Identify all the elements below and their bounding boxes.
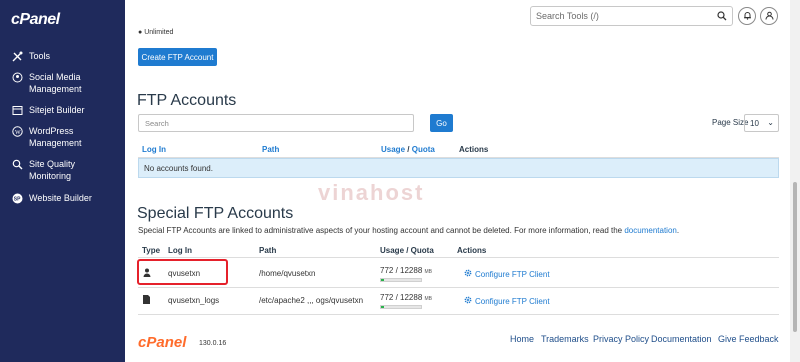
usage-bar bbox=[380, 278, 422, 282]
create-ftp-account-button[interactable]: Create FTP Account bbox=[138, 48, 217, 66]
footer-link-trademarks[interactable]: Trademarks bbox=[541, 334, 589, 344]
page-size-select[interactable]: 10 ⌄ bbox=[744, 114, 779, 132]
sidebar-item-label: Website Builder bbox=[29, 193, 92, 203]
sidebar-item-wordpress[interactable]: W WordPress Management bbox=[12, 125, 112, 149]
description-text: Special FTP Accounts are linked to admin… bbox=[138, 226, 623, 235]
column-usage-quota: Usage / Quota bbox=[381, 145, 435, 154]
usage-value: 772 / 12288 bbox=[380, 266, 423, 275]
ftp-search-input[interactable]: Search bbox=[138, 114, 414, 132]
column-usage-quota: Usage / Quota bbox=[380, 246, 434, 255]
sidebar-item-label: Tools bbox=[29, 51, 51, 61]
cpanel-logo[interactable]: cPanel bbox=[11, 11, 60, 29]
scrollbar-thumb[interactable] bbox=[793, 182, 797, 332]
column-login: Log In bbox=[168, 246, 192, 255]
documentation-link[interactable]: documentation bbox=[624, 226, 676, 235]
column-path[interactable]: Path bbox=[262, 145, 279, 154]
action-label: Configure FTP Client bbox=[475, 296, 550, 306]
main-content bbox=[125, 0, 790, 362]
sidebar-item-website-builder[interactable]: SP Website Builder bbox=[12, 192, 92, 204]
go-button[interactable]: Go bbox=[430, 114, 453, 132]
tools-icon bbox=[12, 51, 23, 62]
radio-icon: ● bbox=[138, 29, 143, 36]
column-path: Path bbox=[259, 246, 277, 255]
unlimited-label: Unlimited bbox=[144, 29, 174, 36]
svg-text:SP: SP bbox=[14, 197, 21, 203]
column-actions: Actions bbox=[457, 246, 487, 255]
column-type: Type bbox=[142, 246, 161, 255]
user-icon bbox=[765, 11, 774, 22]
row-login: qvusetxn_logs bbox=[168, 296, 220, 305]
footer-cpanel-logo: cPanel bbox=[138, 334, 187, 351]
row-usage: 772 / 12288 MB bbox=[380, 266, 432, 282]
file-icon bbox=[143, 295, 150, 306]
gear-icon bbox=[464, 269, 472, 279]
sidebar-item-social-media[interactable]: Social Media Management bbox=[12, 71, 112, 95]
ftp-accounts-title: FTP Accounts bbox=[137, 92, 237, 109]
chevron-down-icon: ⌄ bbox=[767, 118, 774, 127]
website-builder-icon: SP bbox=[12, 193, 23, 204]
configure-ftp-client-link[interactable]: Configure FTP Client bbox=[464, 269, 550, 279]
footer-link-home[interactable]: Home bbox=[510, 334, 534, 344]
column-quota[interactable]: Quota bbox=[412, 145, 435, 154]
row-divider bbox=[138, 314, 779, 315]
usage-unit: MB bbox=[424, 296, 433, 302]
table-divider bbox=[138, 257, 779, 258]
footer-link-give-feedback[interactable]: Give Feedback bbox=[718, 334, 779, 344]
special-description: Special FTP Accounts are linked to admin… bbox=[138, 226, 679, 235]
sidebar: cPanel Tools Social Media Management Sit… bbox=[0, 0, 125, 362]
sidebar-item-label: Sitejet Builder bbox=[29, 105, 85, 115]
sidebar-item-tools[interactable]: Tools bbox=[12, 50, 50, 62]
wordpress-icon: W bbox=[12, 126, 23, 137]
search-placeholder: Search Tools (/) bbox=[536, 11, 599, 21]
row-usage: 772 / 12288 MB bbox=[380, 293, 432, 309]
row-path: /home/qvusetxn bbox=[259, 269, 316, 278]
column-actions: Actions bbox=[459, 145, 489, 154]
special-ftp-accounts-title: Special FTP Accounts bbox=[137, 205, 294, 222]
sidebar-item-site-quality[interactable]: Site Quality Monitoring bbox=[12, 158, 112, 182]
highlight-box bbox=[137, 259, 228, 285]
version-text: 130.0.16 bbox=[199, 340, 227, 347]
usage-bar bbox=[380, 305, 422, 309]
column-login[interactable]: Log In bbox=[142, 145, 166, 154]
svg-text:W: W bbox=[15, 130, 21, 136]
row-divider bbox=[138, 287, 779, 288]
column-separator: / bbox=[407, 145, 410, 154]
search-icon[interactable] bbox=[717, 11, 727, 23]
notifications-button[interactable] bbox=[738, 7, 756, 25]
unlimited-option[interactable]: ● Unlimited bbox=[138, 29, 173, 36]
empty-message: No accounts found. bbox=[144, 163, 213, 173]
watermark: vinahost bbox=[318, 180, 425, 205]
tools-search-input[interactable]: Search Tools (/) bbox=[530, 6, 733, 26]
site-quality-icon bbox=[12, 159, 23, 170]
user-menu-button[interactable] bbox=[760, 7, 778, 25]
sidebar-item-label: WordPress Management bbox=[29, 126, 82, 148]
page-size-label: Page Size bbox=[712, 118, 749, 127]
sidebar-item-label: Site Quality Monitoring bbox=[29, 159, 76, 181]
usage-value: 772 / 12288 bbox=[380, 293, 423, 302]
page-size-value: 10 bbox=[750, 118, 759, 128]
description-period: . bbox=[676, 226, 680, 235]
usage-unit: MB bbox=[424, 269, 433, 275]
scrollbar[interactable] bbox=[790, 0, 800, 362]
configure-ftp-client-link[interactable]: Configure FTP Client bbox=[464, 296, 550, 306]
usage-bar-fill bbox=[381, 306, 384, 308]
row-path: /etc/apache2 ,,, ogs/qvusetxn bbox=[259, 296, 364, 305]
sidebar-item-sitejet[interactable]: Sitejet Builder bbox=[12, 104, 85, 116]
bell-icon bbox=[743, 11, 752, 22]
footer-link-privacy-policy[interactable]: Privacy Policy bbox=[593, 334, 649, 344]
usage-bar-fill bbox=[381, 279, 384, 281]
social-media-icon bbox=[12, 72, 23, 83]
empty-accounts-row: No accounts found. bbox=[138, 158, 779, 178]
column-usage[interactable]: Usage bbox=[381, 145, 405, 154]
gear-icon bbox=[464, 296, 472, 306]
action-label: Configure FTP Client bbox=[475, 269, 550, 279]
footer-link-documentation[interactable]: Documentation bbox=[651, 334, 712, 344]
sitejet-icon bbox=[12, 105, 23, 116]
sidebar-item-label: Social Media Management bbox=[29, 72, 82, 94]
